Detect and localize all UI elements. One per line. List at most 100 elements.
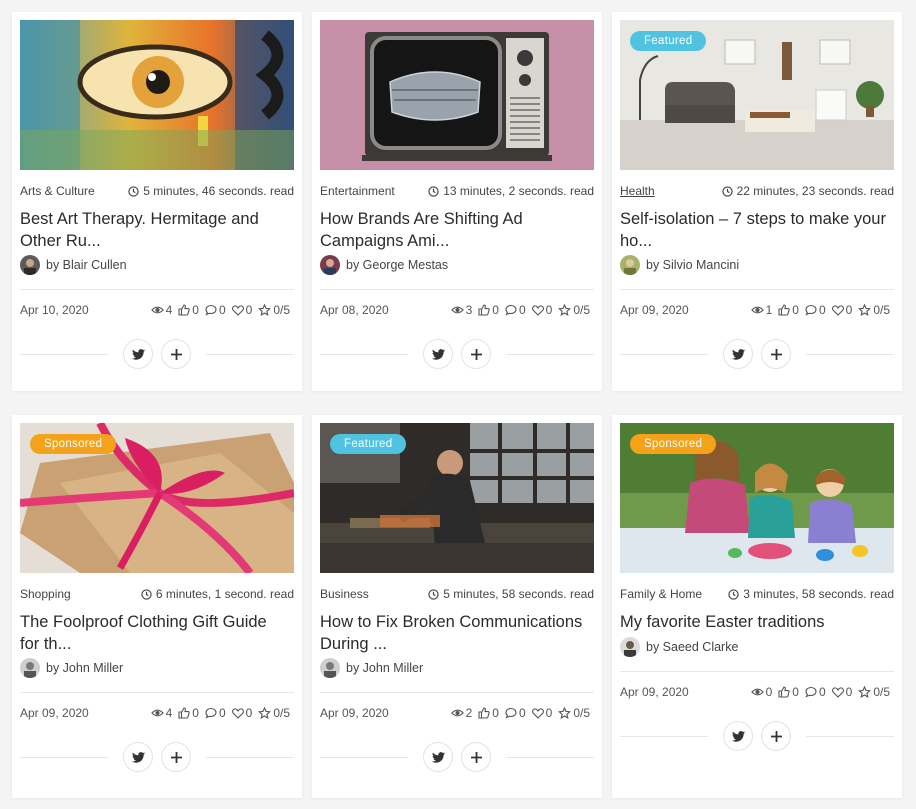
article-stats: Apr 09, 2020 1 0 0 0 0/5: [620, 303, 894, 319]
like-button[interactable]: 0: [178, 303, 199, 317]
comment-button[interactable]: 0: [805, 685, 826, 699]
comment-button[interactable]: 0: [205, 303, 226, 317]
author-name: by Silvio Mancini: [646, 258, 740, 272]
like-button[interactable]: 0: [778, 685, 799, 699]
avatar: [620, 637, 640, 657]
article-meta: Shopping 6 minutes, 1 second. read: [20, 587, 294, 601]
star-icon: [258, 707, 272, 719]
thumbs-up-icon: [178, 707, 190, 719]
publish-date: Apr 09, 2020: [620, 303, 689, 317]
share-row: [20, 339, 294, 369]
star-icon: [558, 707, 572, 719]
author[interactable]: by Saeed Clarke: [620, 637, 738, 657]
author[interactable]: by George Mestas: [320, 255, 448, 275]
heart-icon: [831, 686, 844, 698]
rating-stat[interactable]: 0/5: [258, 706, 290, 720]
twitter-share-button[interactable]: [123, 742, 153, 772]
views-stat: 3: [450, 303, 472, 317]
heart-button[interactable]: 0: [531, 706, 552, 720]
divider: [320, 289, 594, 290]
clock-icon: [128, 185, 139, 197]
author[interactable]: by Blair Cullen: [20, 255, 127, 275]
publish-date: Apr 09, 2020: [320, 706, 389, 720]
twitter-share-button[interactable]: [423, 339, 453, 369]
like-button[interactable]: 0: [478, 303, 499, 317]
author[interactable]: by John Miller: [320, 658, 423, 678]
comment-button[interactable]: 0: [505, 706, 526, 720]
twitter-share-button[interactable]: [123, 339, 153, 369]
heart-button[interactable]: 0: [231, 706, 252, 720]
thumbs-up-icon: [478, 707, 490, 719]
comment-button[interactable]: 0: [805, 303, 826, 317]
twitter-icon: [731, 730, 745, 742]
category-link[interactable]: Entertainment: [320, 184, 395, 198]
more-share-button[interactable]: [761, 721, 791, 751]
category-link[interactable]: Shopping: [20, 587, 71, 601]
heart-button[interactable]: 0: [231, 303, 252, 317]
read-time: 6 minutes, 1 second. read: [155, 587, 294, 601]
views-stat: 4: [150, 706, 172, 720]
more-share-button[interactable]: [461, 339, 491, 369]
comment-icon: [505, 707, 517, 719]
heart-button[interactable]: 0: [831, 685, 852, 699]
heart-icon: [531, 707, 544, 719]
article-title[interactable]: How to Fix Broken Communications During …: [320, 611, 590, 655]
comment-icon: [205, 304, 217, 316]
article-title[interactable]: The Foolproof Clothing Gift Guide for th…: [20, 611, 290, 655]
article-title[interactable]: How Brands Are Shifting Ad Campaigns Ami…: [320, 208, 590, 252]
more-share-button[interactable]: [161, 742, 191, 772]
twitter-share-button[interactable]: [723, 721, 753, 751]
article-image[interactable]: Sponsored: [20, 423, 294, 573]
heart-button[interactable]: 0: [531, 303, 552, 317]
avatar: [320, 658, 340, 678]
article-image[interactable]: Featured: [320, 423, 594, 573]
twitter-share-button[interactable]: [723, 339, 753, 369]
category-link[interactable]: Family & Home: [620, 587, 702, 601]
sponsored-badge: Sponsored: [30, 434, 117, 454]
more-share-button[interactable]: [161, 339, 191, 369]
more-share-button[interactable]: [761, 339, 791, 369]
views-stat: 2: [450, 706, 472, 720]
category-link[interactable]: Business: [320, 587, 369, 601]
rating-stat[interactable]: 0/5: [558, 303, 590, 317]
like-button[interactable]: 0: [778, 303, 799, 317]
rating-stat[interactable]: 0/5: [858, 303, 890, 317]
twitter-share-button[interactable]: [423, 742, 453, 772]
article-title[interactable]: My favorite Easter traditions: [620, 611, 890, 633]
article-title[interactable]: Best Art Therapy. Hermitage and Other Ru…: [20, 208, 290, 252]
more-share-button[interactable]: [461, 742, 491, 772]
read-time: 13 minutes, 2 seconds. read: [443, 184, 594, 198]
article-image[interactable]: Sponsored: [620, 423, 894, 573]
category-link[interactable]: Arts & Culture: [20, 184, 95, 198]
share-row: [620, 339, 894, 369]
article-meta: Entertainment 13 minutes, 2 seconds. rea…: [320, 184, 594, 198]
featured-badge: Featured: [630, 31, 707, 51]
thumbs-up-icon: [478, 304, 490, 316]
article-image[interactable]: [20, 20, 294, 170]
article-stats: Apr 09, 2020 2 0 0 0 0/5: [320, 706, 594, 722]
clock-icon: [721, 185, 733, 197]
article-title[interactable]: Self-isolation – 7 steps to make your ho…: [620, 208, 890, 252]
heart-icon: [531, 304, 544, 316]
category-link[interactable]: Health: [620, 184, 655, 198]
author[interactable]: by Silvio Mancini: [620, 255, 739, 275]
article-image[interactable]: Featured: [620, 20, 894, 170]
like-button[interactable]: 0: [178, 706, 199, 720]
eye-icon: [450, 708, 464, 718]
author-name: by Blair Cullen: [46, 258, 127, 272]
article-image[interactable]: [320, 20, 594, 170]
heart-icon: [831, 304, 844, 316]
comment-button[interactable]: 0: [505, 303, 526, 317]
comment-button[interactable]: 0: [205, 706, 226, 720]
rating-stat[interactable]: 0/5: [558, 706, 590, 720]
heart-button[interactable]: 0: [831, 303, 852, 317]
like-button[interactable]: 0: [478, 706, 499, 720]
rating-stat[interactable]: 0/5: [258, 303, 290, 317]
article-card: Sponsored Shopping 6 minutes, 1 second. …: [12, 415, 302, 798]
publish-date: Apr 09, 2020: [20, 706, 89, 720]
star-icon: [858, 304, 872, 316]
rating-stat[interactable]: 0/5: [858, 685, 890, 699]
read-time: 22 minutes, 23 seconds. read: [736, 184, 894, 198]
author[interactable]: by John Miller: [20, 658, 123, 678]
twitter-icon: [431, 348, 445, 360]
